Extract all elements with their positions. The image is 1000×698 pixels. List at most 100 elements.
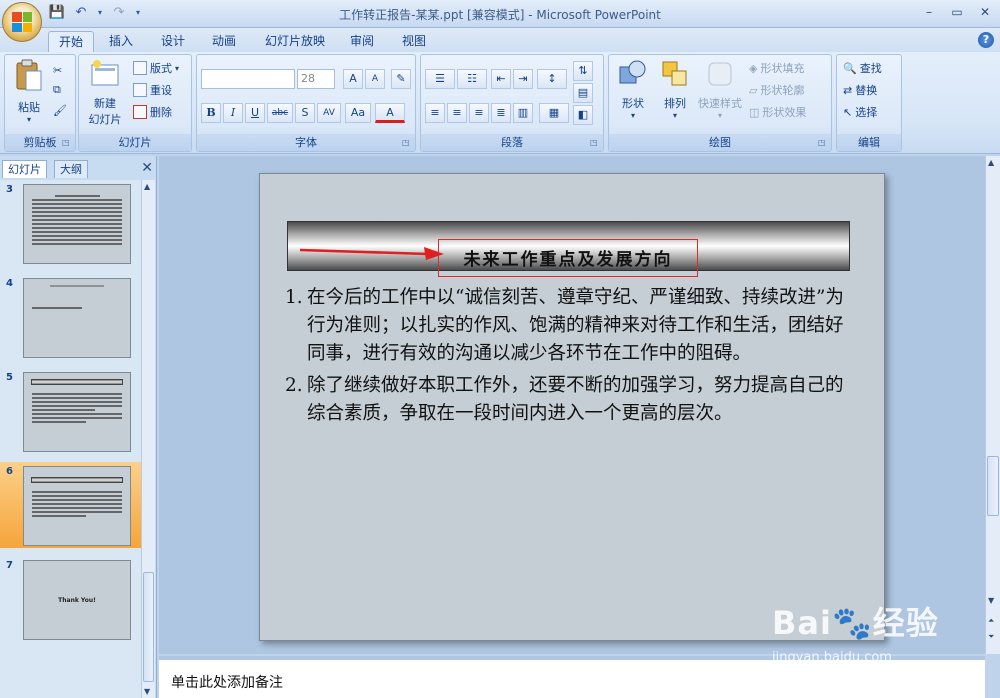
notes-pane[interactable]: 单击此处添加备注	[159, 656, 985, 698]
shape-fill-button[interactable]: ◈ 形状填充	[749, 59, 804, 77]
smartart-icon[interactable]: ◧	[573, 105, 593, 125]
reset-button[interactable]: 重设	[133, 81, 172, 99]
slide-thumb-row-selected[interactable]: 6	[0, 462, 141, 548]
next-slide-icon[interactable]: ⏷	[988, 632, 994, 642]
window-controls: – ▭ ✕	[918, 3, 996, 21]
char-spacing-button[interactable]: AV	[317, 103, 341, 123]
scroll-down-icon[interactable]: ▼	[144, 687, 150, 696]
quick-styles-icon	[708, 62, 732, 86]
paste-button[interactable]: 粘贴 ▾	[9, 59, 49, 124]
tab-design[interactable]: 设计	[151, 31, 195, 52]
tab-animation[interactable]: 动画	[202, 31, 246, 52]
slide-thumbnail[interactable]	[23, 466, 131, 546]
slide-thumb-row[interactable]: 7 Thank You!	[0, 556, 141, 642]
distribute-icon[interactable]: ▥	[513, 103, 533, 123]
strikethrough-button[interactable]: abc	[267, 103, 293, 123]
change-case-button[interactable]: Aa	[345, 103, 371, 123]
font-group-label: 字体	[197, 134, 415, 151]
red-arrow-icon	[299, 247, 444, 260]
slide-thumb-row[interactable]: 3	[0, 180, 141, 266]
cut-icon[interactable]: ✂	[53, 61, 62, 79]
layout-button[interactable]: 版式 ▾	[133, 59, 179, 77]
clear-format-icon[interactable]: ✎	[391, 69, 411, 89]
format-painter-icon[interactable]: 🖌	[53, 101, 67, 119]
shapes-button[interactable]: 形状 ▾	[613, 59, 653, 120]
shape-outline-button[interactable]: ▱ 形状轮廓	[749, 81, 804, 99]
find-button[interactable]: 🔍 查找	[843, 59, 882, 77]
scroll-up-icon[interactable]: ▲	[144, 182, 150, 191]
line-spacing-icon[interactable]: ↕	[537, 69, 567, 89]
restore-button[interactable]: ▭	[946, 3, 968, 21]
tab-home[interactable]: 开始	[48, 31, 95, 52]
close-icon[interactable]: ✕	[141, 160, 153, 176]
paste-icon	[16, 59, 42, 91]
slide-thumbnail[interactable]	[23, 278, 131, 358]
decrease-indent-icon[interactable]: ⇤	[491, 69, 511, 89]
align-right-icon[interactable]: ≡	[469, 103, 489, 123]
scroll-down-icon[interactable]: ▼	[988, 596, 994, 605]
align-center-icon[interactable]: ≡	[447, 103, 467, 123]
clipboard-launcher-icon[interactable]: ◳	[62, 138, 72, 148]
increase-indent-icon[interactable]: ⇥	[513, 69, 533, 89]
replace-button[interactable]: ⇄ 替换	[843, 81, 877, 99]
slide-heading[interactable]: 未来工作重点及发展方向	[438, 245, 698, 270]
slide-thumbnail[interactable]	[23, 184, 131, 264]
shadow-button[interactable]: S	[295, 103, 315, 123]
help-icon[interactable]: ?	[978, 32, 994, 48]
tab-outline[interactable]: 大纲	[54, 160, 88, 178]
select-button[interactable]: ↖ 选择	[843, 103, 877, 121]
notes-placeholder: 单击此处添加备注	[171, 675, 283, 691]
paragraph-group: ☰ ☷ ⇤ ⇥ ↕ ⇅ ▤ ≡ ≡ ≡ ≣ ▥ ▦ ◧ 段落 ◳	[420, 54, 604, 152]
replace-label: 替换	[855, 84, 878, 97]
new-slide-icon	[91, 60, 119, 86]
justify-icon[interactable]: ≣	[491, 103, 511, 123]
italic-button[interactable]: I	[223, 103, 243, 123]
font-launcher-icon[interactable]: ◳	[402, 138, 412, 148]
align-left-icon[interactable]: ≡	[425, 103, 445, 123]
editor-scrollbar[interactable]: ▲ ▼ ⏶ ⏷	[985, 156, 1000, 654]
delete-button[interactable]: 删除	[133, 103, 172, 121]
scroll-up-icon[interactable]: ▲	[988, 158, 994, 167]
bullets-icon[interactable]: ☰	[425, 69, 455, 89]
grow-font-button[interactable]: A	[343, 69, 363, 89]
shrink-font-button[interactable]: A	[365, 69, 385, 89]
slide-thumbnails: 3 4 5 6 7 Thank You!	[0, 180, 141, 698]
numbering-icon[interactable]: ☷	[457, 69, 487, 89]
drawing-launcher-icon[interactable]: ◳	[818, 138, 828, 148]
tab-view[interactable]: 视图	[392, 31, 436, 52]
tab-slideshow[interactable]: 幻灯片放映	[255, 31, 335, 52]
scroll-thumb[interactable]	[143, 572, 154, 682]
slides-group-label: 幻灯片	[79, 134, 191, 151]
scroll-thumb[interactable]	[987, 456, 999, 516]
new-slide-button[interactable]: 新建 幻灯片	[81, 59, 129, 127]
previous-slide-icon[interactable]: ⏶	[988, 616, 994, 626]
font-size-field[interactable]: 28	[297, 69, 335, 89]
tab-slides[interactable]: 幻灯片	[2, 160, 47, 178]
shape-effects-button[interactable]: ◫ 形状效果	[749, 103, 806, 121]
underline-button[interactable]: U	[245, 103, 265, 123]
close-button[interactable]: ✕	[974, 3, 996, 21]
reset-label: 重设	[150, 84, 172, 97]
slide-thumb-row[interactable]: 5	[0, 368, 141, 454]
slide-thumb-row[interactable]: 4	[0, 274, 141, 360]
tab-insert[interactable]: 插入	[99, 31, 143, 52]
font-name-field[interactable]	[201, 69, 295, 89]
minimize-button[interactable]: –	[918, 3, 940, 21]
slide-thumbnail[interactable]	[23, 372, 131, 452]
panel-tabs: 幻灯片 大纲 ✕	[0, 158, 157, 178]
text-direction-icon[interactable]: ⇅	[573, 61, 593, 81]
slide-body[interactable]: 1. 在今后的工作中以“诚信刻苦、遵章守纪、严谨细致、持续改进”为行为准则；以扎…	[285, 284, 845, 432]
tab-review[interactable]: 审阅	[340, 31, 384, 52]
bold-button[interactable]: B	[201, 103, 221, 123]
slide-thumbnail[interactable]: Thank You!	[23, 560, 131, 640]
arrange-button[interactable]: 排列 ▾	[655, 59, 695, 120]
office-button[interactable]	[2, 2, 42, 42]
columns-icon[interactable]: ▦	[539, 103, 569, 123]
paragraph-launcher-icon[interactable]: ◳	[590, 138, 600, 148]
copy-icon[interactable]: ⧉	[53, 81, 61, 99]
slide-canvas[interactable]: 未来工作重点及发展方向 1. 在今后的工作中以“诚信刻苦、遵章守纪、严谨细致、持…	[259, 173, 885, 641]
quick-styles-button[interactable]: 快速样式 ▾	[695, 59, 745, 120]
font-color-button[interactable]: A	[375, 103, 405, 123]
thumbnails-scrollbar[interactable]: ▲ ▼	[141, 180, 155, 698]
align-text-icon[interactable]: ▤	[573, 83, 593, 103]
